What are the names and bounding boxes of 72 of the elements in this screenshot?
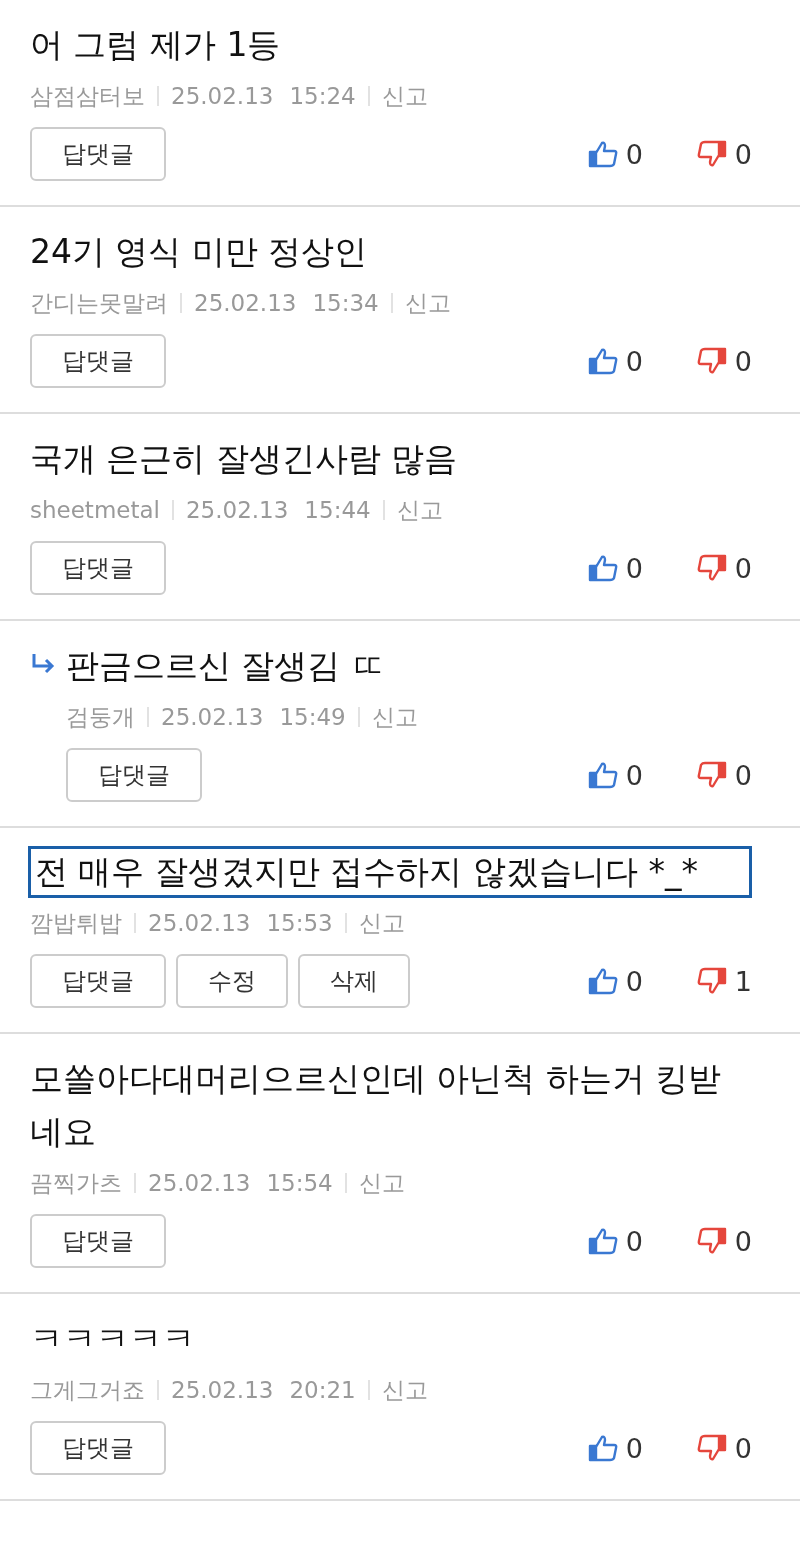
- thumbs-up-icon: [587, 761, 618, 789]
- comment-time: 15:53: [266, 909, 333, 938]
- like-count: 0: [625, 1225, 643, 1257]
- thumbs-down-icon: [696, 967, 727, 995]
- comment-text: 모쏠아다대머리으르신인데 아닌척 하는거 킹받네요: [30, 1058, 723, 1153]
- thumbs-up-icon: [587, 554, 618, 582]
- dislike-count: 0: [734, 759, 752, 791]
- thumbs-up-icon: [587, 140, 618, 168]
- comment-text: 24기 영식 미만 정상인: [30, 231, 369, 273]
- thumbs-down-icon: [696, 761, 727, 789]
- dislike-count: 0: [734, 345, 752, 377]
- comment-date: 25.02.13: [171, 82, 274, 111]
- comment-time: 15:34: [312, 289, 379, 318]
- like-count: 0: [625, 965, 643, 997]
- author-name[interactable]: 삼점삼터보: [30, 79, 145, 113]
- thumbs-down-icon: [696, 347, 727, 375]
- author-name[interactable]: 그게그거죠: [30, 1373, 145, 1407]
- comment-time: 20:21: [289, 1376, 356, 1405]
- comment-action-button[interactable]: 답댓글: [66, 748, 202, 802]
- comment-date: 25.02.13: [161, 703, 264, 732]
- comment-date: 25.02.13: [171, 1376, 274, 1405]
- dislike-count: 0: [734, 552, 752, 584]
- comment-action-button[interactable]: 답댓글: [30, 954, 166, 1008]
- comment-date: 25.02.13: [148, 1169, 251, 1198]
- dislike-count: 0: [734, 138, 752, 170]
- like-count: 0: [625, 1432, 643, 1464]
- author-name[interactable]: 끔찍가츠: [30, 1166, 122, 1200]
- comment-time: 15:54: [266, 1169, 333, 1198]
- thumbs-down-icon: [696, 554, 727, 582]
- author-name[interactable]: 간디는못말려: [30, 286, 168, 320]
- comment-time: 15:49: [279, 703, 346, 732]
- report-link[interactable]: 신고: [404, 286, 451, 320]
- report-link[interactable]: 신고: [358, 906, 405, 940]
- author-name[interactable]: 검둥개: [66, 700, 135, 734]
- report-link[interactable]: 신고: [381, 79, 428, 113]
- author-name[interactable]: sheetmetal: [30, 493, 160, 527]
- comment-action-button[interactable]: 답댓글: [30, 1421, 166, 1475]
- comment-action-button[interactable]: 답댓글: [30, 127, 166, 181]
- dislike-count: 1: [734, 965, 752, 997]
- report-link[interactable]: 신고: [381, 1373, 428, 1407]
- author-name[interactable]: 깜밥튀밥: [30, 906, 122, 940]
- comment-text: 전 매우 잘생겼지만 접수하지 않겠습니다 *_*: [28, 846, 752, 898]
- comment-action-button[interactable]: 답댓글: [30, 1214, 166, 1268]
- report-link[interactable]: 신고: [358, 1166, 405, 1200]
- report-link[interactable]: 신고: [371, 700, 418, 734]
- report-link[interactable]: 신고: [396, 493, 443, 527]
- dislike-count: 0: [734, 1225, 752, 1257]
- comment-date: 25.02.13: [148, 909, 251, 938]
- comment-date: 25.02.13: [194, 289, 297, 318]
- comment-action-button[interactable]: 수정: [176, 954, 288, 1008]
- comment-action-button[interactable]: 삭제: [298, 954, 410, 1008]
- like-count: 0: [625, 138, 643, 170]
- thumbs-down-icon: [696, 1434, 727, 1462]
- thumbs-down-icon: [696, 140, 727, 168]
- like-count: 0: [625, 345, 643, 377]
- comment-text: 판금으르신 잘생김 ㄸ: [66, 645, 385, 687]
- thumbs-down-icon: [696, 1227, 727, 1255]
- like-count: 0: [625, 759, 643, 791]
- thumbs-up-icon: [587, 1434, 618, 1462]
- comment-action-button[interactable]: 답댓글: [30, 334, 166, 388]
- comment-text: ㅋㅋㅋㅋㅋ: [30, 1318, 196, 1360]
- thumbs-up-icon: [587, 347, 618, 375]
- comment-time: 15:44: [304, 496, 371, 525]
- thumbs-up-icon: [587, 1227, 618, 1255]
- thumbs-up-icon: [587, 967, 618, 995]
- comment-date: 25.02.13: [185, 496, 289, 525]
- dislike-count: 0: [734, 1432, 752, 1464]
- comment-action-button[interactable]: 답댓글: [30, 541, 166, 595]
- like-count: 0: [625, 552, 643, 584]
- comment-text: 어 그럼 제가 1등: [30, 24, 282, 66]
- comment-time: 15:24: [289, 82, 356, 111]
- comment-text: 국개 은근히 잘생긴사람 많음: [30, 438, 459, 480]
